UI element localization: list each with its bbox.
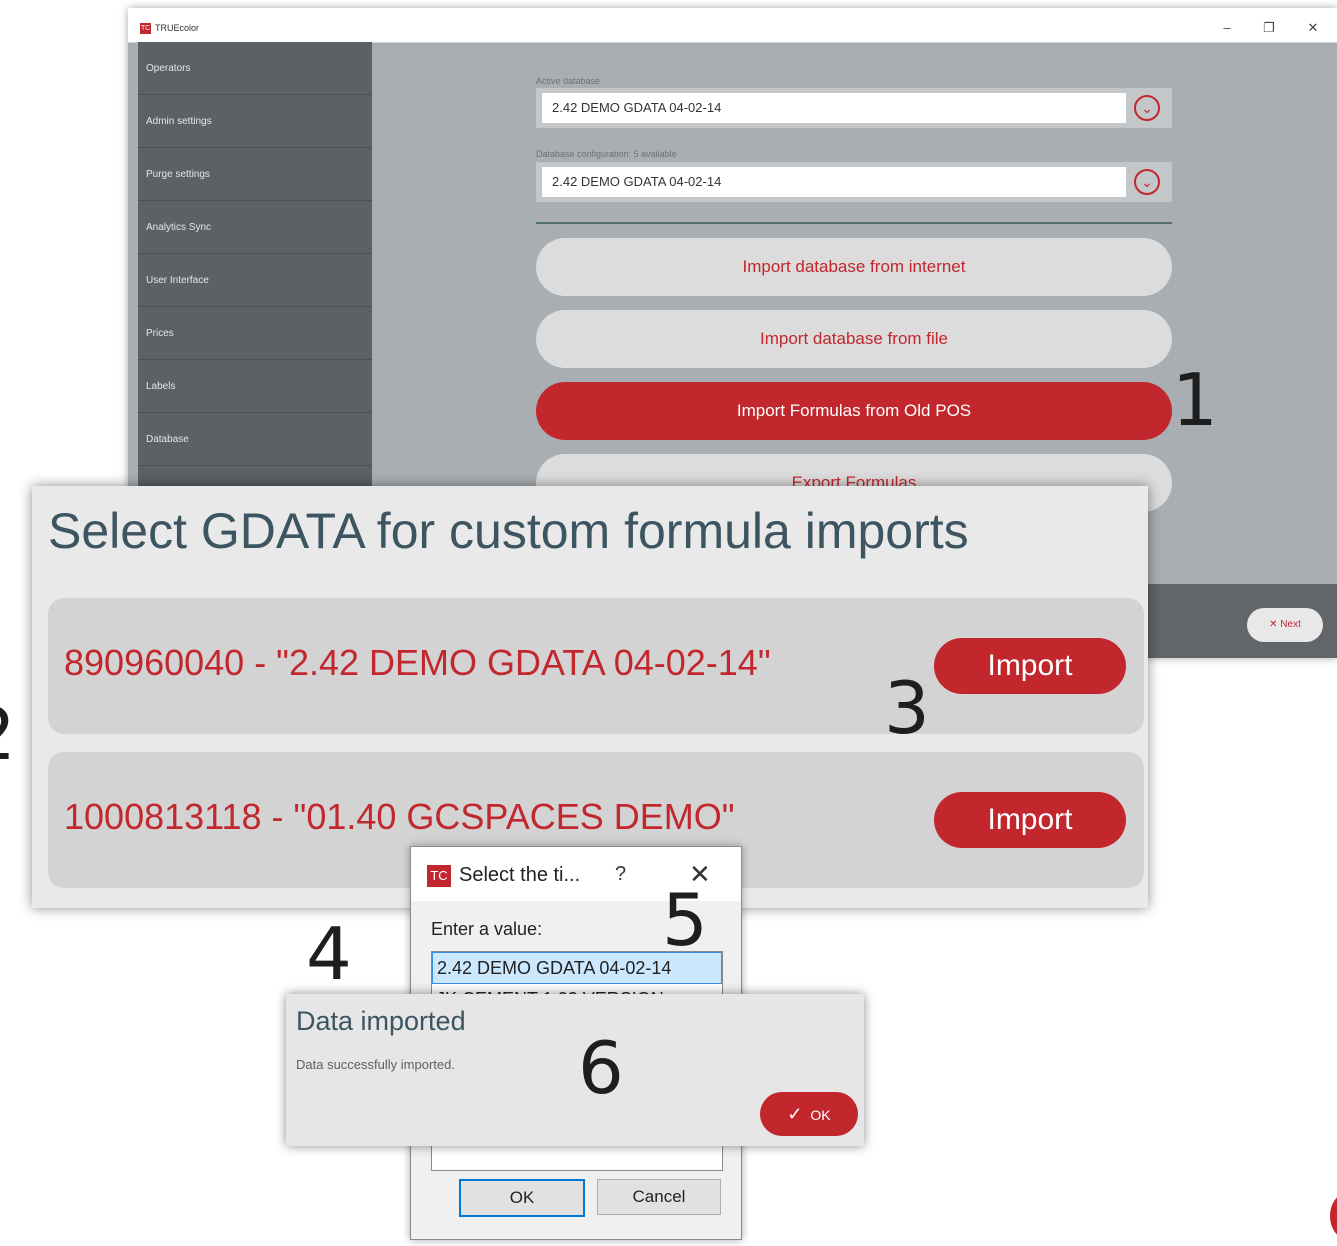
- database-config-label: Database configuration: 5 available: [536, 149, 677, 159]
- sidebar-item-label: Operators: [146, 62, 191, 74]
- close-icon: ✕: [1269, 619, 1278, 630]
- dialog-message: Data successfully imported.: [296, 1057, 455, 1072]
- ok-button[interactable]: OK: [459, 1179, 585, 1217]
- step-number: 4: [306, 912, 352, 996]
- sidebar-item-label: Purge settings: [146, 168, 210, 180]
- step-number: 6: [578, 1026, 624, 1110]
- window-titlebar: TC TRUEcolor – ❐ ✕: [128, 8, 1337, 43]
- sidebar-item-purge-settings[interactable]: Purge settings: [138, 148, 372, 201]
- active-database-value: 2.42 DEMO GDATA 04-02-14: [542, 93, 1126, 123]
- corner-logo-fragment: [1330, 1194, 1337, 1238]
- next-button[interactable]: ✕ Next: [1247, 608, 1323, 642]
- gdata-label: 1000813118 - "01.40 GCSPACES DEMO": [64, 796, 735, 837]
- next-button-label: Next: [1280, 619, 1301, 630]
- chevron-down-icon[interactable]: ⌄: [1134, 169, 1160, 195]
- prompt-label: Enter a value:: [431, 919, 543, 939]
- step-number: 5: [662, 878, 708, 962]
- import-database-file-button[interactable]: Import database from file: [536, 310, 1172, 368]
- step-number: 1: [1172, 358, 1218, 442]
- sidebar-item-analytics-sync[interactable]: Analytics Sync: [138, 201, 372, 254]
- import-button[interactable]: Import: [934, 638, 1126, 694]
- sidebar-item-label: Database: [146, 433, 189, 445]
- app-logo-icon: TC: [140, 23, 151, 34]
- import-formulas-old-pos-button[interactable]: Import Formulas from Old POS: [536, 382, 1172, 440]
- data-imported-dialog: Data imported Data successfully imported…: [286, 994, 864, 1146]
- sidebar-item-label: Labels: [146, 380, 176, 392]
- sidebar-item-operators[interactable]: Operators: [138, 42, 372, 95]
- import-button[interactable]: Import: [934, 792, 1126, 848]
- chevron-down-icon[interactable]: ⌄: [1134, 95, 1160, 121]
- divider: [536, 222, 1172, 224]
- sidebar-item-prices[interactable]: Prices: [138, 307, 372, 360]
- list-item: 890960040 - "2.42 DEMO GDATA 04-02-14" I…: [48, 598, 1144, 734]
- step-number: 2: [0, 698, 16, 770]
- step-number: 3: [884, 666, 930, 750]
- help-icon[interactable]: ?: [615, 863, 626, 886]
- ok-button-label: OK: [810, 1107, 831, 1123]
- sidebar-item-database[interactable]: Database: [138, 413, 372, 466]
- sidebar-item-admin-settings[interactable]: Admin settings: [138, 95, 372, 148]
- close-icon[interactable]: ✕: [1304, 20, 1322, 36]
- dialog-title: Select the ti...: [459, 864, 581, 886]
- minimize-icon[interactable]: –: [1218, 20, 1236, 35]
- sidebar-item-label: User Interface: [146, 274, 209, 286]
- import-database-internet-button[interactable]: Import database from internet: [536, 238, 1172, 296]
- cancel-button[interactable]: Cancel: [597, 1179, 721, 1215]
- sidebar-item-label: Prices: [146, 327, 174, 339]
- checkmark-icon: ✓: [787, 1104, 803, 1124]
- window-title: TRUEcolor: [155, 23, 200, 33]
- gdata-label: 890960040 - "2.42 DEMO GDATA 04-02-14": [64, 642, 771, 683]
- maximize-icon[interactable]: ❐: [1260, 20, 1278, 36]
- dialog-title: Data imported: [296, 1006, 466, 1036]
- active-database-select[interactable]: 2.42 DEMO GDATA 04-02-14 ⌄: [536, 88, 1172, 128]
- database-config-select[interactable]: 2.42 DEMO GDATA 04-02-14 ⌄: [536, 162, 1172, 202]
- sidebar-item-label: Admin settings: [146, 115, 212, 127]
- select-gdata-dialog: Select GDATA for custom formula imports …: [32, 486, 1148, 908]
- database-config-value: 2.42 DEMO GDATA 04-02-14: [542, 167, 1126, 197]
- ok-button[interactable]: ✓ OK: [760, 1092, 858, 1136]
- dialog-title: Select GDATA for custom formula imports: [48, 503, 969, 559]
- app-logo-icon: TC: [427, 865, 451, 887]
- active-database-label: Active database: [536, 76, 601, 86]
- sidebar-item-label: Analytics Sync: [146, 221, 212, 233]
- sidebar-item-labels[interactable]: Labels: [138, 360, 372, 413]
- sidebar-item-user-interface[interactable]: User Interface: [138, 254, 372, 307]
